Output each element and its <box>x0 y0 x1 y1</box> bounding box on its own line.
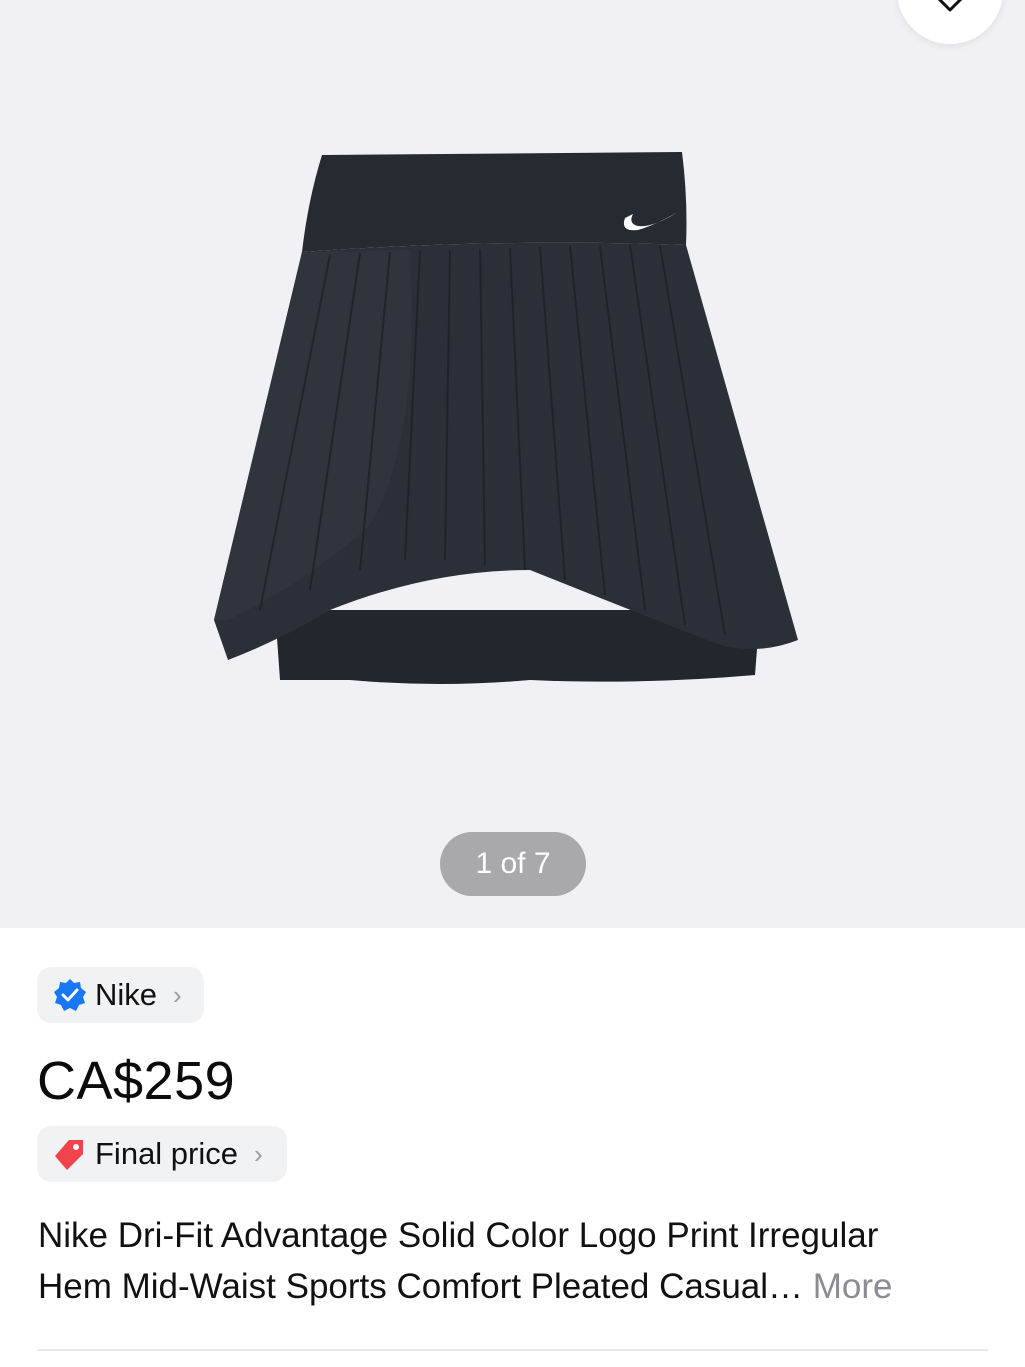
product-gallery[interactable]: 1 of 7 <box>0 0 1025 928</box>
product-title-line2-text: Hem Mid-Waist Sports Comfort Pleated Cas… <box>38 1267 804 1306</box>
product-price: CA$259 <box>37 1051 236 1111</box>
chevron-right-icon: › <box>173 979 182 1010</box>
favorite-button[interactable] <box>897 0 1003 44</box>
divider <box>37 1349 988 1351</box>
verified-badge-icon <box>54 979 86 1011</box>
chevron-right-icon: › <box>254 1138 263 1169</box>
product-title-line1: Nike Dri-Fit Advantage Solid Color Logo … <box>38 1216 879 1255</box>
image-counter: 1 of 7 <box>440 832 586 896</box>
heart-icon <box>937 0 963 12</box>
brand-chip[interactable]: Nike › <box>37 967 204 1023</box>
product-image[interactable] <box>200 140 820 700</box>
product-title-line2: Hem Mid-Waist Sports Comfort Pleated Cas… <box>38 1261 988 1312</box>
product-title: Nike Dri-Fit Advantage Solid Color Logo … <box>38 1210 988 1312</box>
more-link[interactable]: More <box>813 1267 893 1306</box>
price-tag-icon <box>55 1140 83 1170</box>
final-price-label: Final price <box>95 1136 238 1171</box>
brand-name: Nike <box>95 977 158 1012</box>
final-price-chip[interactable]: Final price › <box>37 1126 287 1182</box>
